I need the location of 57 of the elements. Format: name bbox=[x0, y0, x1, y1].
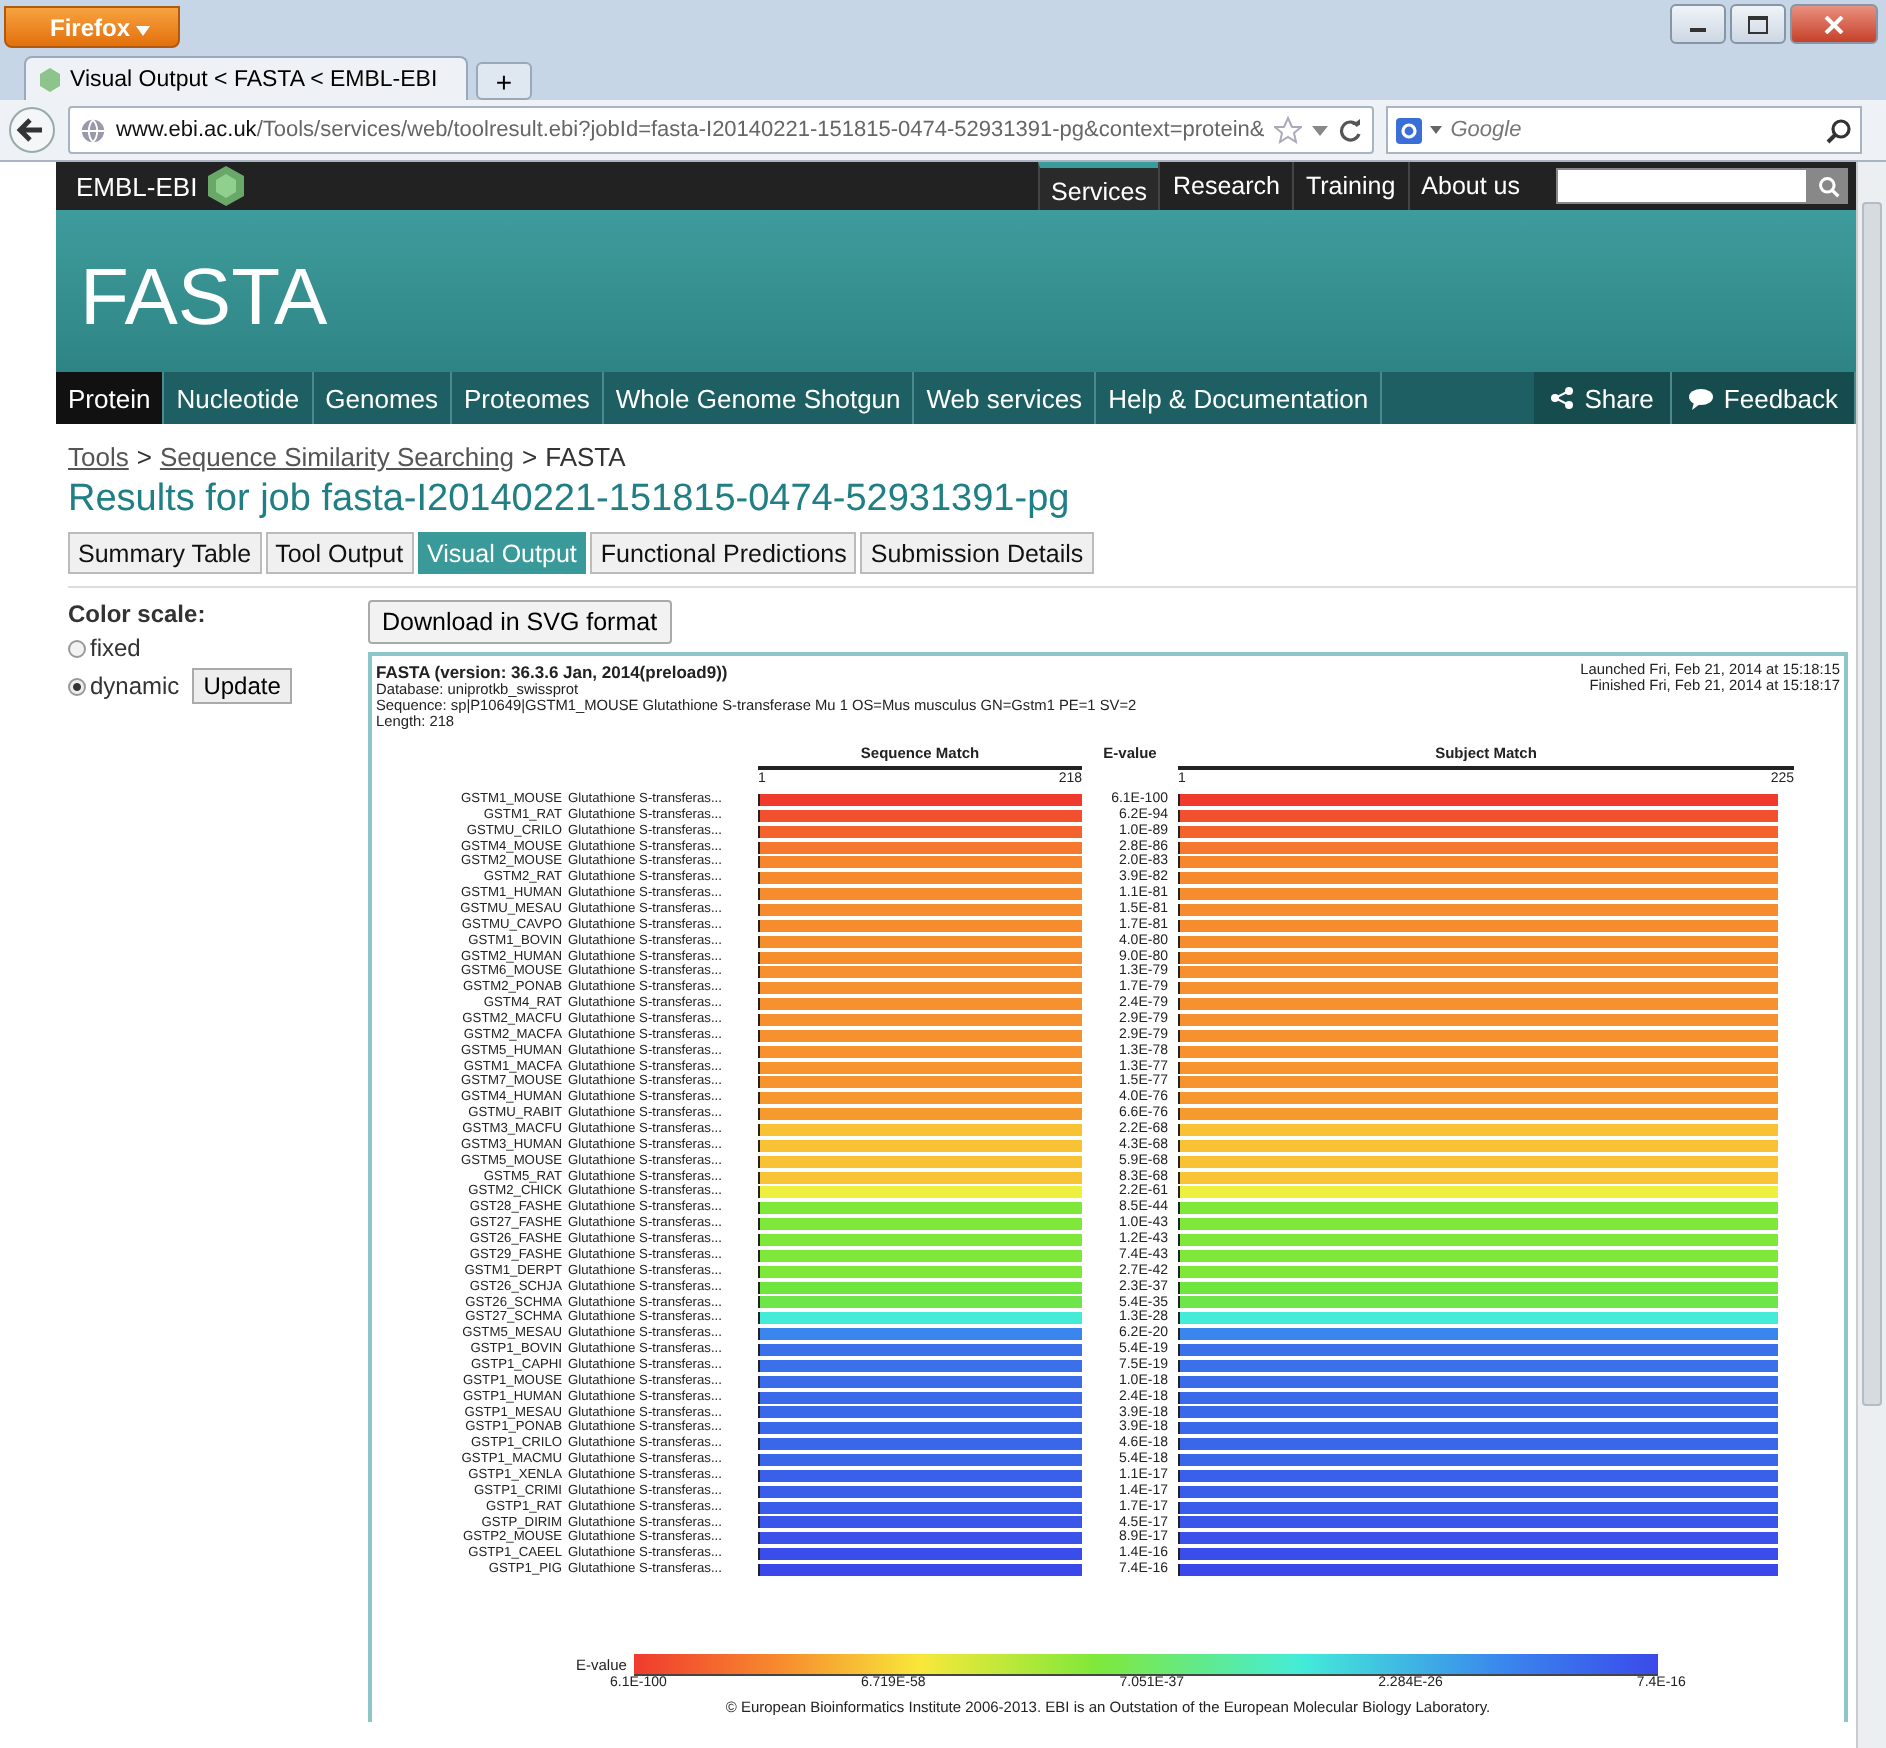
caret-icon[interactable] bbox=[1430, 126, 1443, 134]
reload-icon[interactable] bbox=[1338, 118, 1363, 142]
breadcrumb-separator: > bbox=[522, 442, 538, 472]
globe-icon bbox=[80, 117, 106, 143]
share-link[interactable]: Share bbox=[1534, 372, 1672, 424]
scrollbar[interactable] bbox=[1856, 162, 1886, 1748]
nav-tab[interactable]: Genomes bbox=[313, 372, 453, 424]
feedback-link[interactable]: Feedback bbox=[1671, 372, 1857, 424]
close-icon[interactable] bbox=[1790, 4, 1878, 44]
page-title: Results for job fasta-I20140221-151815-0474-52931391-pg bbox=[68, 478, 1072, 522]
url-text: www.ebi.ac.uk/Tools/services/web/toolresult.ebi?jobId=fasta-I20140221-151815-0474-52931391-pg&context=protein& bbox=[116, 118, 1265, 142]
nav-tab[interactable]: Help & Documentation bbox=[1096, 372, 1383, 424]
search-icon[interactable] bbox=[1826, 117, 1853, 143]
radio-button[interactable] bbox=[68, 639, 86, 657]
radio-label: fixed bbox=[90, 634, 141, 662]
result-tab[interactable]: Functional Predictions bbox=[590, 532, 857, 574]
nav-tab[interactable]: Proteomes bbox=[452, 372, 604, 424]
hexagon-logo-icon bbox=[207, 166, 244, 206]
back-icon[interactable] bbox=[8, 106, 56, 154]
new-tab-button[interactable]: + bbox=[476, 62, 532, 100]
radio-label: dynamic bbox=[90, 672, 180, 700]
nav-tab[interactable]: Web services bbox=[914, 372, 1097, 424]
banner-title: FASTA bbox=[78, 254, 328, 344]
nav-tab[interactable]: Whole Genome Shotgun bbox=[603, 372, 915, 424]
search-button[interactable] bbox=[1808, 168, 1849, 204]
color-scale-label: Color scale: bbox=[68, 600, 208, 628]
star-icon[interactable] bbox=[1274, 116, 1303, 144]
speech-bubble-icon bbox=[1687, 387, 1714, 409]
search-icon bbox=[1817, 175, 1840, 197]
breadcrumb-link[interactable]: Tools bbox=[68, 442, 129, 472]
site-logo[interactable]: EMBL-EBI bbox=[76, 171, 198, 201]
result-tab[interactable]: Tool Output bbox=[265, 532, 414, 574]
breadcrumb-link[interactable]: Sequence Similarity Searching bbox=[159, 442, 514, 472]
dropdown-icon[interactable] bbox=[1312, 122, 1329, 138]
header-nav-link[interactable]: Services bbox=[1037, 162, 1159, 210]
update-button[interactable]: Update bbox=[191, 668, 293, 704]
figure-title: FASTA (version: 36.3.6 Jan, 2014(preload9)) bbox=[376, 662, 730, 682]
maximize-icon[interactable] bbox=[1730, 4, 1786, 44]
site-search-field[interactable] bbox=[1556, 168, 1809, 204]
tab-title: Visual Output < FASTA < EMBL-EBI bbox=[70, 67, 438, 91]
radio-button[interactable] bbox=[68, 677, 86, 695]
search-field[interactable]: Google bbox=[1386, 106, 1863, 154]
share-icon bbox=[1550, 386, 1575, 410]
address-bar[interactable]: www.ebi.ac.uk/Tools/services/web/toolresult.ebi?jobId=fasta-I20140221-151815-0474-52931391-pg&context=protein& bbox=[68, 106, 1375, 154]
result-tab[interactable]: Submission Details bbox=[860, 532, 1094, 574]
search-placeholder: Google bbox=[1450, 118, 1524, 142]
minimize-icon[interactable] bbox=[1670, 4, 1726, 44]
breadcrumb-current: FASTA bbox=[545, 442, 626, 472]
google-icon bbox=[1396, 117, 1423, 143]
download-button[interactable]: Download in SVG format bbox=[368, 600, 672, 644]
browser-tab[interactable]: Visual Output < FASTA < EMBL-EBI bbox=[24, 56, 468, 100]
hexagon-icon bbox=[38, 67, 62, 91]
nav-tab[interactable]: Protein bbox=[56, 372, 165, 424]
caret-icon bbox=[136, 25, 151, 35]
result-tab[interactable]: Summary Table bbox=[68, 532, 262, 574]
breadcrumb-separator: > bbox=[136, 442, 152, 472]
nav-tab[interactable]: Nucleotide bbox=[164, 372, 314, 424]
